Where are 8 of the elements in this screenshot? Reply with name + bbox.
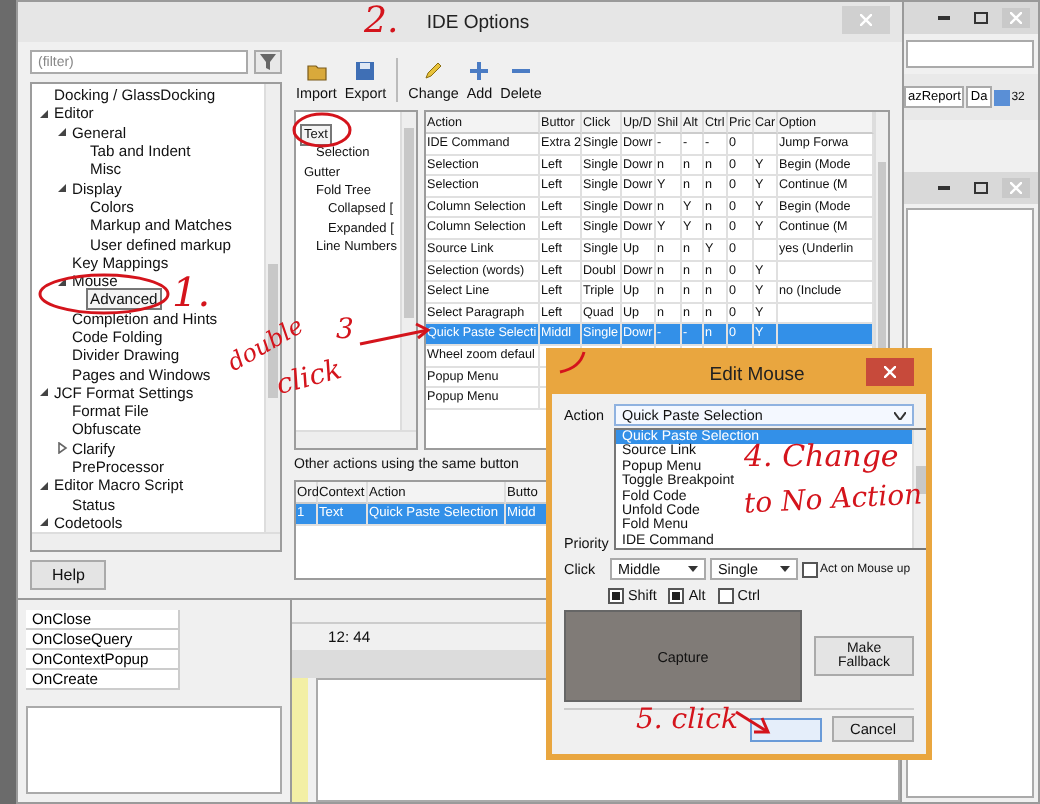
handwritten-note: 4. Change <box>744 442 899 472</box>
handwritten-note: 5. click <box>636 706 738 734</box>
handwritten-note: 3 <box>336 316 354 344</box>
handwritten-note: 1. <box>172 272 211 312</box>
handwritten-note: to No Action <box>743 481 923 519</box>
handwritten-note: 2. <box>364 4 399 40</box>
window-title: IDE Options <box>426 11 530 33</box>
dialog-title: Edit Mouse <box>709 363 805 385</box>
